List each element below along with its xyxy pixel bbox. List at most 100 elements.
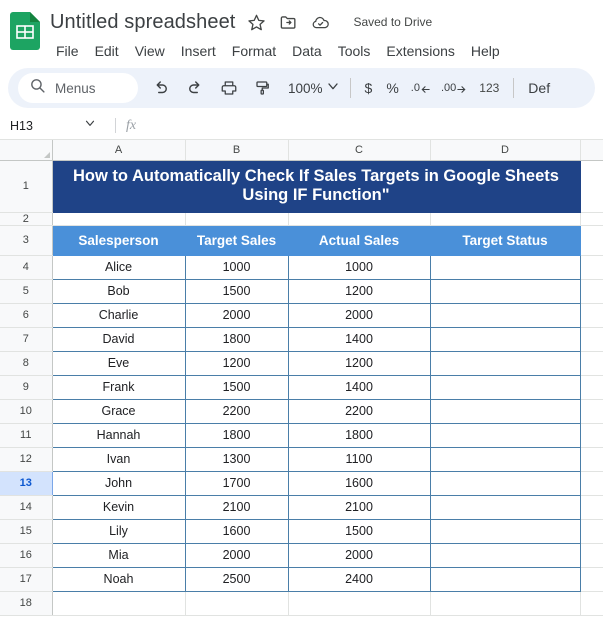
cell-e[interactable]: [580, 567, 603, 592]
cell-actual[interactable]: 1000: [287, 254, 431, 280]
undo-button[interactable]: [146, 73, 176, 103]
cell-e[interactable]: [580, 327, 603, 352]
cell-actual[interactable]: 1400: [287, 326, 431, 352]
menu-file[interactable]: File: [50, 41, 87, 61]
cell-status[interactable]: [429, 494, 581, 520]
formula-input[interactable]: [136, 112, 603, 139]
page-title[interactable]: Untitled spreadsheet: [50, 11, 235, 34]
menu-insert[interactable]: Insert: [173, 41, 224, 61]
column-label-actual-sales[interactable]: Actual Sales: [287, 224, 431, 256]
cell-d2[interactable]: [430, 212, 581, 226]
cell-target[interactable]: 1500: [184, 374, 289, 400]
cell-salesperson[interactable]: Charlie: [51, 302, 186, 328]
cell-e[interactable]: [580, 447, 603, 472]
row-header-9[interactable]: 9: [0, 375, 53, 400]
cell-salesperson[interactable]: Alice: [51, 254, 186, 280]
cell-salesperson[interactable]: Frank: [51, 374, 186, 400]
cell-actual[interactable]: 1800: [287, 422, 431, 448]
cell-target[interactable]: 1200: [184, 350, 289, 376]
cell-e18[interactable]: [580, 591, 603, 616]
cell-actual[interactable]: 1200: [287, 350, 431, 376]
cell-status[interactable]: [429, 446, 581, 472]
menu-data[interactable]: Data: [284, 41, 330, 61]
cell-a2[interactable]: [52, 212, 186, 226]
cell-salesperson[interactable]: Ivan: [51, 446, 186, 472]
cell-actual[interactable]: 2100: [287, 494, 431, 520]
row-header-12[interactable]: 12: [0, 447, 53, 472]
zoom-level-dropdown[interactable]: 100%: [280, 78, 343, 99]
menu-format[interactable]: Format: [224, 41, 284, 61]
cell-target[interactable]: 2100: [184, 494, 289, 520]
column-header-c[interactable]: C: [288, 140, 431, 161]
cell-actual[interactable]: 2200: [287, 398, 431, 424]
cell-d18[interactable]: [430, 591, 581, 616]
cell-status[interactable]: [429, 278, 581, 304]
cell-salesperson[interactable]: Mia: [51, 542, 186, 568]
cell-e[interactable]: [580, 399, 603, 424]
row-header-3[interactable]: 3: [0, 225, 53, 256]
cell-e[interactable]: [580, 375, 603, 400]
cell-actual[interactable]: 2400: [287, 566, 431, 592]
cell-b2[interactable]: [185, 212, 289, 226]
row-header-1[interactable]: 1: [0, 160, 53, 213]
cell-target[interactable]: 1800: [184, 326, 289, 352]
decrease-decimal-button[interactable]: .0: [406, 74, 436, 102]
cell-status[interactable]: [429, 566, 581, 592]
cell-b18[interactable]: [185, 591, 289, 616]
row-header-4[interactable]: 4: [0, 255, 53, 280]
select-all-corner[interactable]: [0, 140, 53, 161]
cell-e[interactable]: [580, 495, 603, 520]
number-format-button[interactable]: 123: [472, 77, 506, 99]
menu-tools[interactable]: Tools: [330, 41, 379, 61]
increase-decimal-button[interactable]: .00: [436, 74, 472, 102]
cell-actual[interactable]: 2000: [287, 542, 431, 568]
row-header-16[interactable]: 16: [0, 543, 53, 568]
row-header-15[interactable]: 15: [0, 519, 53, 544]
cell-target[interactable]: 1500: [184, 278, 289, 304]
cell-salesperson[interactable]: Lily: [51, 518, 186, 544]
cell-e3[interactable]: [580, 225, 603, 256]
cloud-saved-icon[interactable]: [311, 13, 330, 32]
cell-e[interactable]: [580, 279, 603, 304]
cell-e[interactable]: [580, 255, 603, 280]
spreadsheet-grid[interactable]: A B C D 1 How to Automatically Check If …: [0, 140, 603, 618]
row-header-14[interactable]: 14: [0, 495, 53, 520]
column-header-b[interactable]: B: [185, 140, 289, 161]
column-label-target-status[interactable]: Target Status: [429, 224, 581, 256]
cell-salesperson[interactable]: Kevin: [51, 494, 186, 520]
cell-status[interactable]: [429, 470, 581, 496]
cell-status[interactable]: [429, 350, 581, 376]
cell-e1[interactable]: [580, 160, 603, 213]
cell-status[interactable]: [429, 542, 581, 568]
column-header-d[interactable]: D: [430, 140, 581, 161]
cell-target[interactable]: 1000: [184, 254, 289, 280]
print-button[interactable]: [214, 73, 244, 103]
cell-status[interactable]: [429, 422, 581, 448]
search-menus-input[interactable]: Menus: [18, 73, 138, 103]
cell-salesperson[interactable]: John: [51, 470, 186, 496]
column-label-target-sales[interactable]: Target Sales: [184, 224, 289, 256]
cell-actual[interactable]: 2000: [287, 302, 431, 328]
row-header-10[interactable]: 10: [0, 399, 53, 424]
star-outline-icon[interactable]: [247, 13, 266, 32]
row-header-8[interactable]: 8: [0, 351, 53, 376]
cell-c2[interactable]: [288, 212, 431, 226]
cell-target[interactable]: 2000: [184, 542, 289, 568]
move-to-folder-icon[interactable]: [279, 13, 298, 32]
row-header-18[interactable]: 18: [0, 591, 53, 616]
cell-salesperson[interactable]: Bob: [51, 278, 186, 304]
cell-status[interactable]: [429, 374, 581, 400]
cell-c18[interactable]: [288, 591, 431, 616]
sheet-title-cell[interactable]: How to Automatically Check If Sales Targ…: [51, 159, 581, 213]
cell-salesperson[interactable]: David: [51, 326, 186, 352]
percent-format-button[interactable]: %: [379, 76, 405, 100]
cell-e[interactable]: [580, 543, 603, 568]
cell-target[interactable]: 1700: [184, 470, 289, 496]
row-header-5[interactable]: 5: [0, 279, 53, 304]
cell-e[interactable]: [580, 351, 603, 376]
cell-status[interactable]: [429, 398, 581, 424]
menu-extensions[interactable]: Extensions: [378, 41, 462, 61]
cell-e[interactable]: [580, 471, 603, 496]
row-header-11[interactable]: 11: [0, 423, 53, 448]
cell-e[interactable]: [580, 303, 603, 328]
